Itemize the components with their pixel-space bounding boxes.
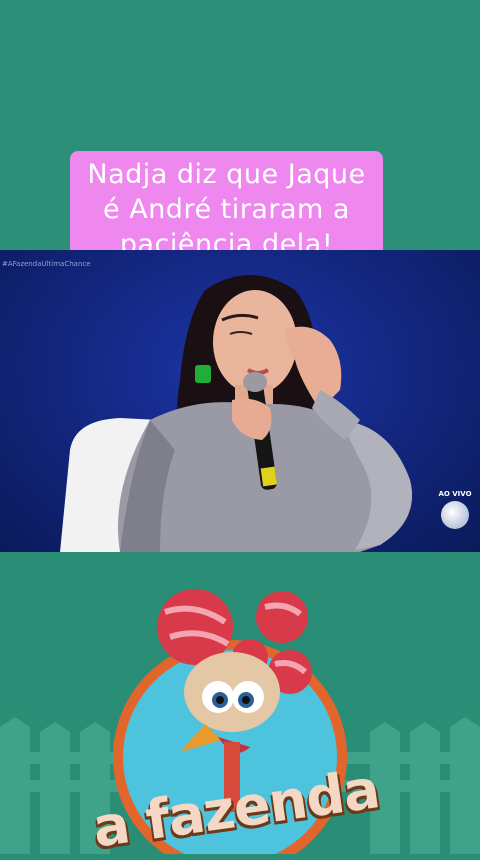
caption-line-1: Nadja diz que Jaque (87, 159, 366, 190)
earring (195, 365, 211, 383)
story-frame: Nadja diz que Jaque é André tiraram a pa… (0, 0, 480, 860)
broadcaster-logo (441, 501, 469, 529)
video-scene (60, 275, 412, 552)
caption-line-2: é André tiraram a (103, 194, 350, 225)
live-label: AO VIVO (438, 490, 472, 498)
video-frame[interactable]: #AFazendaUltimaChance AO VIVO (0, 250, 480, 552)
